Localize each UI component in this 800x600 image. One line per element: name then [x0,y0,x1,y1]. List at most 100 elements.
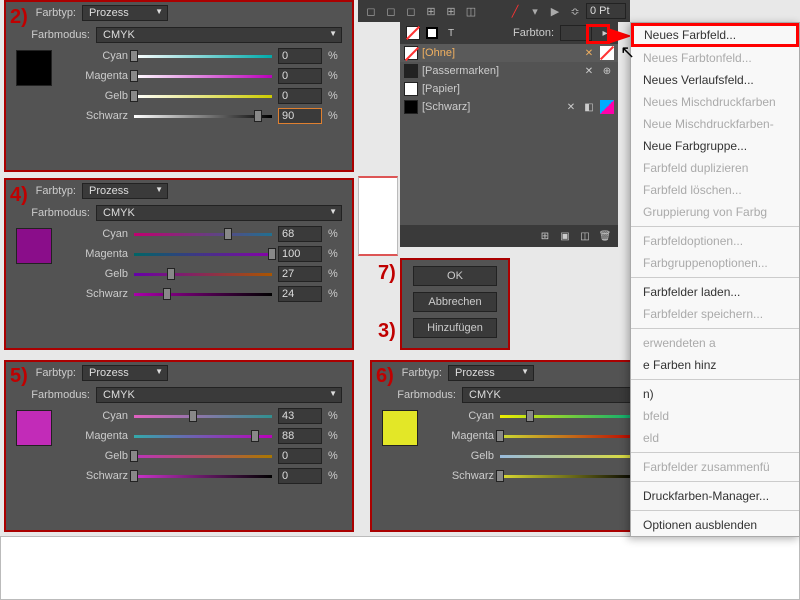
folder-icon[interactable]: ▣ [558,229,572,243]
schwarz-slider[interactable] [134,471,272,481]
farbmodus-label: Farbmodus: [16,389,90,401]
stroke-size[interactable]: 0 Pt [586,3,626,19]
tool-icon[interactable]: ◻ [382,2,400,20]
menu-item: Farbfeldoptionen... [631,230,799,252]
arrow-icon[interactable]: ▶ [546,2,564,20]
magenta-label: Magenta [72,70,128,82]
menu-item: Farbfelder zusammenfü [631,456,799,478]
magenta-slider[interactable] [500,431,638,441]
menu-item[interactable]: Farbfelder laden... [631,281,799,303]
swatch-row-papier[interactable]: [Papier] [400,80,618,98]
schwarz-value[interactable] [278,468,322,484]
pct: % [328,110,342,122]
schwarz-label: Schwarz [72,470,128,482]
farbmodus-dropdown[interactable]: CMYK [96,27,342,43]
schwarz-slider[interactable] [500,471,638,481]
schwarz-label: Schwarz [72,288,128,300]
tool-icon[interactable]: ◫ [462,2,480,20]
tool-icon[interactable]: ⊞ [422,2,440,20]
schwarz-slider[interactable] [134,289,272,299]
pct: % [328,90,342,102]
gelb-value[interactable] [278,88,322,104]
swatch-label: [Papier] [422,83,460,95]
ok-button[interactable]: OK [413,266,497,286]
registration-swatch-icon [404,64,418,78]
farbmodus-label: Farbmodus: [382,389,456,401]
cmyk-icon [600,100,614,114]
add-button[interactable]: Hinzufügen [413,318,497,338]
swatch-label: [Ohne] [422,47,455,59]
schwarz-value[interactable] [278,108,322,124]
schwarz-label: Schwarz [438,470,494,482]
farbtyp-dropdown[interactable]: Prozess [82,183,168,199]
farbtyp-dropdown[interactable]: Prozess [82,5,168,21]
stroke-icon[interactable] [426,27,438,39]
dropdown-icon[interactable]: ▾ [526,2,544,20]
farbmodus-dropdown[interactable]: CMYK [96,387,342,403]
gelb-value[interactable] [278,448,322,464]
menu-item[interactable]: Neues Farbfeld... [631,23,799,47]
stroke-icon[interactable]: ╱ [506,2,524,20]
gelb-slider[interactable] [500,451,638,461]
new-swatch-icon[interactable]: ◫ [578,229,592,243]
menu-item[interactable]: Neues Verlaufsfeld... [631,69,799,91]
cyan-value[interactable] [278,408,322,424]
color-swatch [16,410,52,446]
cyan-slider[interactable] [134,229,272,239]
menu-item[interactable]: n) [631,383,799,405]
tool-icon[interactable]: ◻ [362,2,380,20]
magenta-slider[interactable] [134,71,272,81]
swatch-row-ohne[interactable]: [Ohne] ✕ [400,44,618,62]
cyan-slider[interactable] [134,51,272,61]
menu-item[interactable]: Druckfarben-Manager... [631,485,799,507]
fill-icon[interactable] [406,26,420,40]
gelb-label: Gelb [438,450,494,462]
farbmodus-dropdown[interactable]: CMYK [96,205,342,221]
tool-icon[interactable]: ⊞ [442,2,460,20]
stepper-icon[interactable]: ≎ [566,2,584,20]
swatch-label: [Passermarken] [422,65,499,77]
swatch-row-passermarken[interactable]: [Passermarken] ✕ ⊕ [400,62,618,80]
cancel-button[interactable]: Abbrechen [413,292,497,312]
cyan-value[interactable] [278,48,322,64]
trash-icon[interactable]: 🗑 [598,229,612,243]
gelb-slider[interactable] [134,269,272,279]
menu-item[interactable]: Neue Farbgruppe... [631,135,799,157]
highlight-panel-menu [586,24,610,44]
gelb-slider[interactable] [134,91,272,101]
farbtyp-dropdown[interactable]: Prozess [448,365,534,381]
menu-item[interactable]: e Farben hinz [631,354,799,376]
magenta-value[interactable] [278,68,322,84]
gelb-slider[interactable] [134,451,272,461]
magenta-label: Magenta [438,430,494,442]
annotation-2: 2) [10,6,28,29]
magenta-value[interactable] [278,246,322,262]
lock-icon: ✕ [582,64,596,78]
schwarz-slider[interactable] [134,111,272,121]
schwarz-value[interactable] [278,286,322,302]
none-swatch-icon [404,46,418,60]
magenta-slider[interactable] [134,249,272,259]
magenta-value[interactable] [278,428,322,444]
new-group-icon[interactable]: ⊞ [538,229,552,243]
cyan-slider[interactable] [134,411,272,421]
menu-item: erwendeten a [631,332,799,354]
tool-icon[interactable]: ◻ [402,2,420,20]
lock-icon: ✕ [564,100,578,114]
cyan-value[interactable] [278,226,322,242]
magenta-label: Magenta [72,248,128,260]
swatch-row-schwarz[interactable]: [Schwarz] ✕ ◧ [400,98,618,116]
process-color-icon: ◧ [582,100,596,114]
farbtyp-dropdown[interactable]: Prozess [82,365,168,381]
panel-flyout-menu: Neues Farbfeld...Neues Farbtonfeld...Neu… [630,22,800,537]
cyan-slider[interactable] [500,411,638,421]
menu-item[interactable]: Optionen ausblenden [631,514,799,536]
color-swatch [382,410,418,446]
text-icon[interactable]: T [444,26,458,40]
lock-icon: ✕ [582,46,596,60]
magenta-slider[interactable] [134,431,272,441]
cyan-label: Cyan [72,228,128,240]
pct: % [328,248,342,260]
gelb-value[interactable] [278,266,322,282]
registration-icon: ⊕ [600,64,614,78]
